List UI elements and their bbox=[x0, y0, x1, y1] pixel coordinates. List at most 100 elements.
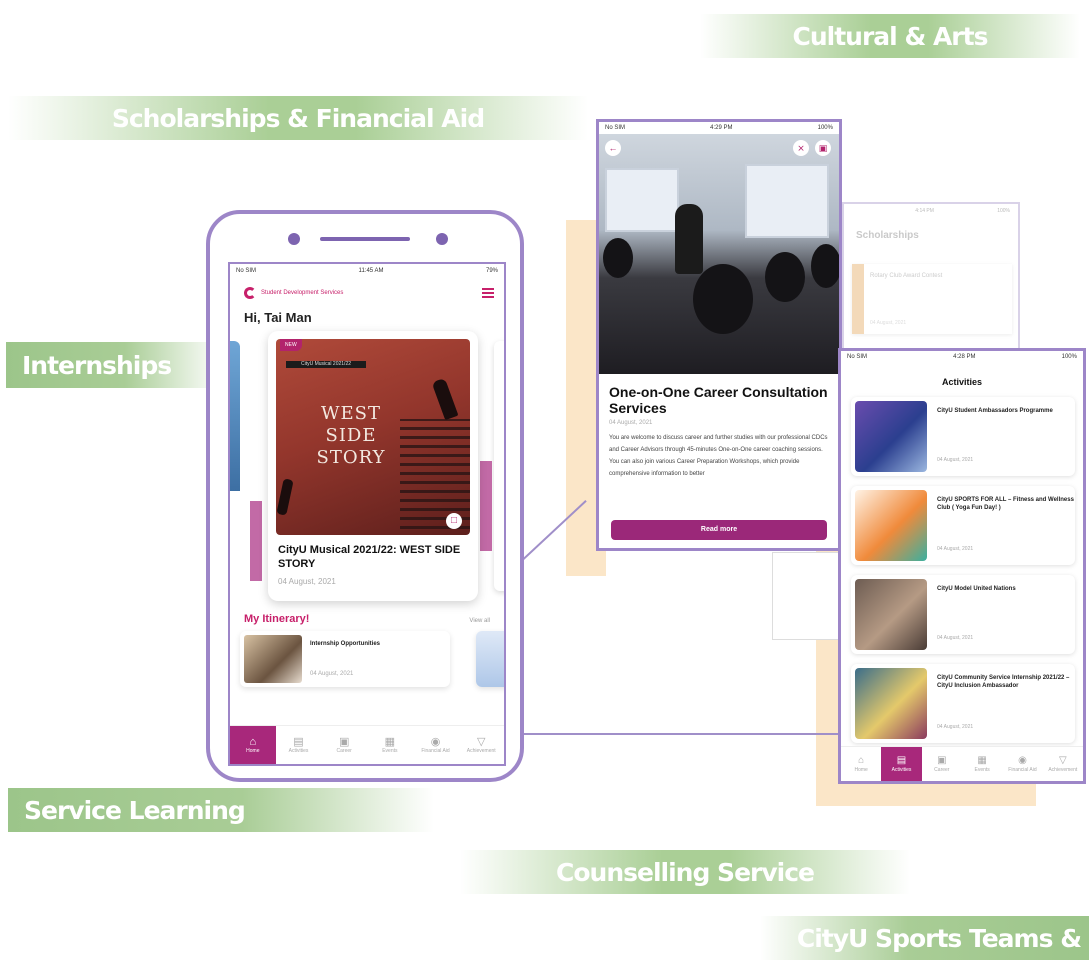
status-bar: No SIM 11:45 AM 79% bbox=[236, 268, 498, 274]
audience-head bbox=[811, 244, 839, 288]
phone-mockup: No SIM 11:45 AM 79% Student Development … bbox=[206, 210, 524, 782]
audience-head bbox=[693, 264, 753, 334]
app-header: Student Development Services bbox=[230, 278, 504, 304]
tab-financial-aid[interactable]: ◉ Financial Aid bbox=[1002, 747, 1042, 781]
share-icon[interactable]: ⨯ bbox=[793, 140, 809, 156]
activity-item[interactable]: CityU SPORTS FOR ALL – Fitness and Welln… bbox=[851, 486, 1075, 565]
featured-card-date: 04 August, 2021 bbox=[278, 577, 336, 586]
activity-item[interactable]: CityU Community Service Internship 2021/… bbox=[851, 664, 1075, 743]
phone-camera bbox=[288, 233, 300, 245]
activity-item[interactable]: CityU Model United Nations 04 August, 20… bbox=[851, 575, 1075, 654]
new-badge: NEW bbox=[280, 339, 302, 351]
bottom-tab-bar: ⌂ Home ▤ Activities ▣ Career ▦ Events ◉ Finan… bbox=[841, 746, 1083, 781]
itinerary-item[interactable]: Internship Opportunities 04 August, 2021 bbox=[240, 631, 450, 687]
scholarship-item-date: 04 August, 2021 bbox=[870, 320, 907, 326]
status-bar: No SIM 4:28 PM 100% bbox=[847, 354, 1077, 360]
calendar-icon: ▦ bbox=[977, 755, 987, 766]
featured-card[interactable]: NEW CityU Musical 2021/22 WEST SIDE STOR… bbox=[268, 331, 478, 601]
tab-financial-aid[interactable]: ◉ Financial Aid bbox=[413, 726, 459, 764]
app-logo-text: Student Development Services bbox=[261, 289, 344, 296]
scholarships-screen: 4:14 PM 100% Scholarships Rotary Club Awa… bbox=[842, 202, 1020, 352]
phone-speaker bbox=[320, 237, 410, 241]
itinerary-thumbnail bbox=[244, 635, 302, 683]
home-icon: ⌂ bbox=[858, 755, 865, 766]
audience-head bbox=[603, 238, 633, 278]
tab-home[interactable]: ⌂ Home bbox=[230, 726, 276, 764]
back-icon[interactable]: ← bbox=[605, 140, 621, 156]
activity-date: 04 August, 2021 bbox=[937, 724, 974, 730]
view-all-link[interactable]: View all bbox=[469, 618, 490, 624]
tab-achievement[interactable]: ▽ Achievement bbox=[1043, 747, 1083, 781]
banner-sports: CityU Sports Teams & bbox=[760, 916, 1089, 960]
activity-thumbnail bbox=[855, 490, 927, 561]
bookmark-icon[interactable]: □ bbox=[446, 513, 462, 529]
activity-thumbnail bbox=[855, 401, 927, 472]
consultation-photo: ← ⨯ ▣ bbox=[599, 134, 839, 374]
scholarship-item[interactable]: Rotary Club Award Contest 04 August, 202… bbox=[852, 264, 1012, 334]
banner-scholarships: Scholarships & Financial Aid bbox=[8, 96, 588, 140]
scholarship-item-title: Rotary Club Award Contest bbox=[870, 273, 943, 279]
ghost-screen-fragment bbox=[772, 552, 844, 640]
tab-events[interactable]: ▦ Events bbox=[962, 747, 1002, 781]
activity-title: CityU SPORTS FOR ALL – Fitness and Welln… bbox=[937, 497, 1074, 511]
calendar-icon: ▦ bbox=[384, 736, 396, 748]
menu-icon[interactable] bbox=[482, 286, 494, 300]
card-accent bbox=[480, 461, 492, 551]
status-bar: 4:14 PM 100% bbox=[915, 208, 1010, 214]
poster-band: CityU Musical 2021/22 bbox=[286, 361, 366, 368]
activity-thumbnail bbox=[855, 668, 927, 739]
projector-screen bbox=[745, 164, 829, 238]
money-icon: ◉ bbox=[1018, 755, 1027, 766]
trophy-icon: ▽ bbox=[476, 736, 486, 748]
banner-cultural-arts: Cultural & Arts bbox=[700, 14, 1080, 58]
featured-carousel[interactable]: NEW CityU Musical 2021/22 WEST SIDE STOR… bbox=[230, 331, 504, 603]
briefcase-icon: ▣ bbox=[937, 755, 947, 766]
tab-home[interactable]: ⌂ Home bbox=[841, 747, 881, 781]
detail-title: One-on-One Career Consultation Services bbox=[609, 384, 828, 416]
presenter-figure bbox=[675, 204, 703, 274]
activity-date: 04 August, 2021 bbox=[937, 635, 974, 641]
tab-events[interactable]: ▦ Events bbox=[367, 726, 413, 764]
career-detail-screen: No SIM 4:29 PM 100% ← ⨯ ▣ One-on-One Car… bbox=[596, 119, 842, 551]
phone-sensor bbox=[436, 233, 448, 245]
tab-career[interactable]: ▣ Career bbox=[922, 747, 962, 781]
banner-counselling: Counselling Service bbox=[460, 850, 910, 894]
itinerary-list: Internship Opportunities 04 August, 2021 bbox=[230, 631, 504, 691]
home-icon: ⌂ bbox=[249, 736, 257, 748]
activities-title: Activities bbox=[941, 377, 983, 387]
sds-logo-icon bbox=[244, 287, 256, 299]
scholarships-title: Scholarships bbox=[856, 230, 919, 241]
activity-title: CityU Model United Nations bbox=[937, 586, 1016, 592]
tab-activities[interactable]: ▤ Activities bbox=[276, 726, 322, 764]
tab-career[interactable]: ▣ Career bbox=[321, 726, 367, 764]
itinerary-item-date: 04 August, 2021 bbox=[310, 671, 354, 677]
poster-stairs bbox=[400, 419, 470, 529]
activities-screen: No SIM 4:28 PM 100% Activities CityU Stu… bbox=[838, 348, 1086, 784]
poster-title: WEST SIDE STORY bbox=[316, 403, 386, 468]
ticket-icon: ▤ bbox=[293, 736, 304, 748]
musical-poster: NEW CityU Musical 2021/22 WEST SIDE STOR… bbox=[276, 339, 470, 535]
activity-item[interactable]: CityU Student Ambassadors Programme 04 A… bbox=[851, 397, 1075, 476]
itinerary-next-item[interactable] bbox=[476, 631, 504, 687]
tab-activities[interactable]: ▤ Activities bbox=[881, 747, 922, 781]
banner-service-learning: Service Learning bbox=[8, 788, 434, 832]
featured-card-title: CityU Musical 2021/22: WEST SIDE STORY bbox=[278, 544, 461, 570]
briefcase-icon: ▣ bbox=[338, 736, 350, 748]
card-accent bbox=[250, 501, 262, 581]
tab-achievement[interactable]: ▽ Achievement bbox=[458, 726, 504, 764]
home-screen: No SIM 11:45 AM 79% Student Development … bbox=[228, 262, 506, 766]
activity-title: CityU Student Ambassadors Programme bbox=[937, 408, 1053, 414]
prev-card[interactable] bbox=[230, 341, 240, 591]
greeting: Hi, Tai Man bbox=[244, 310, 312, 325]
trophy-icon: ▽ bbox=[1058, 755, 1067, 766]
next-card[interactable] bbox=[494, 341, 504, 591]
scholarship-thumbnail bbox=[852, 264, 864, 334]
banner-internships: Internships bbox=[6, 342, 222, 388]
calendar-add-icon[interactable]: ▣ bbox=[815, 140, 831, 156]
activity-title: CityU Community Service Internship 2021/… bbox=[937, 675, 1070, 689]
read-more-button[interactable]: Read more bbox=[611, 520, 827, 540]
audience-head bbox=[765, 252, 805, 302]
dancer-figure bbox=[431, 377, 459, 421]
itinerary-header: My Itinerary! View all bbox=[230, 603, 504, 631]
detail-date: 04 August, 2021 bbox=[609, 420, 653, 426]
